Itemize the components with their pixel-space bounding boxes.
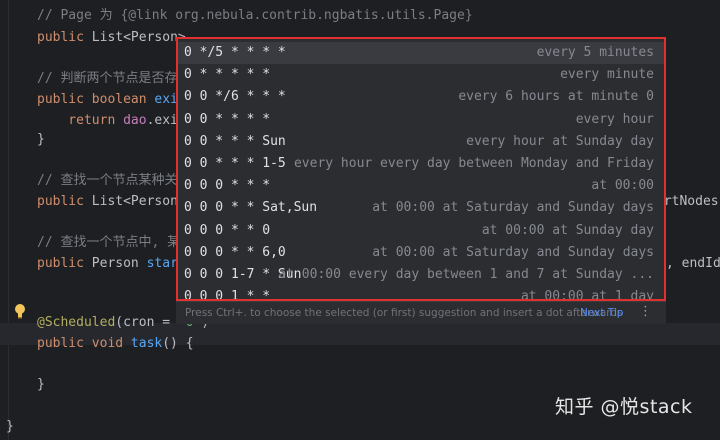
code-token: public: [37, 194, 92, 209]
code-line: public List<Person>: [37, 27, 186, 49]
completion-item[interactable]: 0 0 * * * 1-5 every hour every day betwee…: [178, 153, 664, 175]
cron-description: every 6 hours at minute 0: [458, 89, 654, 105]
cron-expression: 0 0 * * * *: [184, 111, 271, 127]
cron-description: at 00:00 every day between 1 and 7 at Su…: [278, 267, 654, 282]
cron-expression: 0 0 0 * * Sat,Sun: [184, 200, 318, 216]
cron-description: at 00:00 at Saturday and Sunday days: [372, 244, 654, 260]
code-token: (cron =: [115, 315, 178, 330]
completion-footer: Press Ctrl+. to choose the selected (or …: [176, 301, 666, 324]
completion-item[interactable]: 0 */5 * * * * every 5 minutes: [178, 42, 664, 64]
completion-item[interactable]: 0 0 * * * Sun every hour at Sunday day: [178, 131, 664, 153]
code-token: Person: [91, 256, 147, 271]
cron-description: at 00:00 at Saturday and Sunday days: [372, 200, 654, 216]
cron-expression: 0 0 0 1 * *: [184, 289, 271, 301]
code-token: public boolean: [37, 92, 155, 107]
completion-item[interactable]: 0 0 0 * * 0 at 00:00 at Sunday day: [178, 220, 664, 242]
code-token: }: [37, 132, 45, 147]
code-token: List<Person>: [91, 30, 186, 45]
completion-item[interactable]: 0 * * * * * every minute: [178, 64, 664, 86]
code-line: }: [37, 129, 45, 151]
cron-expression: 0 * * * * *: [184, 67, 271, 83]
completion-item[interactable]: 0 0 0 * * 6,0 at 00:00 at Saturday and Su…: [178, 242, 664, 264]
completion-item[interactable]: 0 0 0 1-7 * Sun at 00:00 every day betwee…: [178, 264, 664, 286]
cron-completion-popup[interactable]: 0 */5 * * * * every 5 minutes 0 * * * * * e…: [176, 37, 666, 301]
code-token: List<Person>: [91, 194, 186, 209]
code-token: // 查找一个节点某种关系: [37, 173, 191, 188]
next-tip-link[interactable]: Next Tip: [580, 302, 623, 324]
code-line: }: [37, 374, 45, 396]
watermark: 知乎 @悦stack: [555, 396, 693, 418]
cron-expression: 0 0 0 * * 6,0: [184, 244, 286, 260]
code-token: return: [37, 113, 124, 128]
code-token: public: [37, 256, 92, 271]
code-token: @Scheduled: [37, 315, 116, 330]
code-line: public Person start: [37, 253, 186, 275]
cron-description: every hour at Sunday day: [466, 133, 654, 149]
cron-expression: 0 0 */6 * * *: [184, 89, 286, 105]
cron-expression: 0 0 0 * * *: [184, 178, 271, 194]
cron-description: every hour every day between Monday and …: [293, 156, 654, 171]
completion-item[interactable]: 0 0 0 * * * at 00:00: [178, 175, 664, 197]
gutter-divider: [8, 0, 9, 440]
code-line: return dao.exis: [37, 110, 185, 132]
code-token: }: [37, 377, 45, 392]
cron-description: every 5 minutes: [536, 45, 654, 60]
completion-item[interactable]: 0 0 * * * * every hour: [178, 109, 664, 131]
lightbulb-icon[interactable]: [13, 303, 27, 319]
code-token: dao: [123, 113, 147, 128]
footer-hint: Press Ctrl+. to choose the selected (or …: [185, 307, 623, 319]
code-token: // 查找一个节点中, 某种: [37, 235, 194, 250]
cron-description: at 00:00 at 1 day: [520, 289, 654, 301]
completion-item[interactable]: 0 0 */6 * * * every 6 hours at minute 0: [178, 86, 664, 108]
cron-expression: 0 0 * * * 1-5: [184, 156, 286, 171]
completion-item[interactable]: 0 0 0 1 * * at 00:00 at 1 day: [178, 286, 664, 301]
closing-brace: }: [6, 419, 14, 434]
code-line: public List<Person>: [37, 191, 186, 213]
code-line: // 查找一个节点某种关系: [37, 170, 190, 192]
code-fragment: , endId: [666, 256, 720, 271]
code-line: // 查找一个节点中, 某种: [37, 232, 193, 254]
code-token: public void: [37, 336, 131, 351]
code-token: // Page 为 {@link org.nebula.contrib.ngba…: [37, 8, 473, 23]
code-token: () {: [162, 336, 194, 351]
completion-item[interactable]: 0 0 0 * * Sat,Sun at 00:00 at Saturday an…: [178, 197, 664, 219]
cron-description: every hour: [575, 111, 654, 127]
code-token: // 判断两个节点是否存在: [37, 71, 191, 86]
cron-expression: 0 0 * * * Sun: [184, 133, 286, 149]
cron-expression: 0 0 0 * * 0: [184, 222, 271, 238]
code-line: // Page 为 {@link org.nebula.contrib.ngba…: [37, 5, 473, 27]
cron-description: every minute: [560, 67, 654, 83]
more-options-icon[interactable]: ⋮: [639, 301, 652, 323]
cron-expression: 0 */5 * * * *: [184, 45, 286, 60]
code-line: public void task() {: [37, 333, 194, 355]
cron-description: at 00:00 at Sunday day: [481, 222, 654, 238]
code-token: public: [37, 30, 92, 45]
code-line: // 判断两个节点是否存在: [37, 68, 190, 90]
code-line: public boolean exis: [37, 89, 186, 111]
cron-description: at 00:00: [591, 178, 654, 194]
code-token: task: [130, 336, 163, 351]
